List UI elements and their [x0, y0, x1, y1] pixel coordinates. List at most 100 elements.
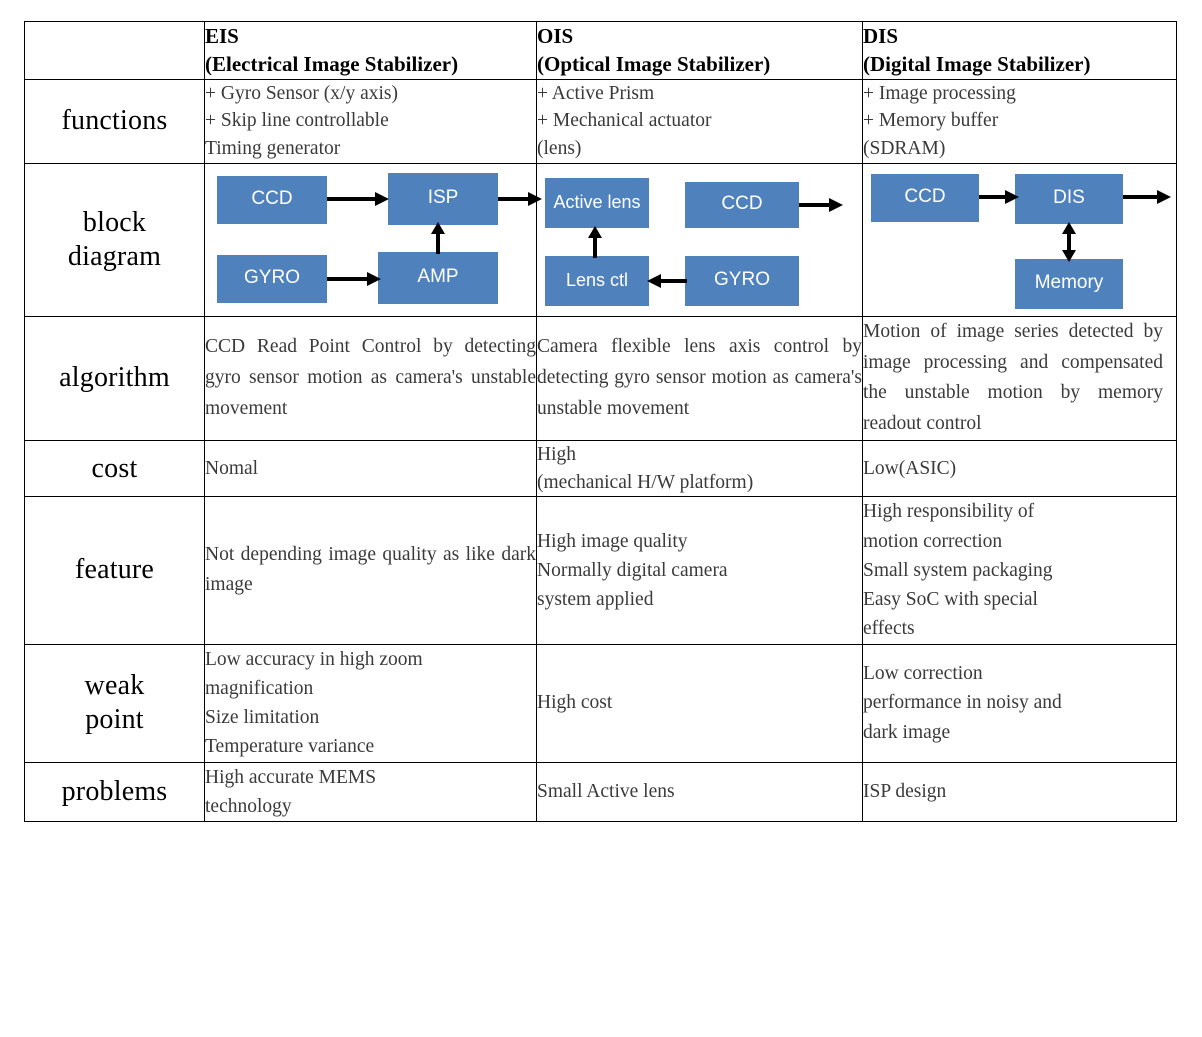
block-diagram-dis-cell: CCD DIS Memory — [862, 162, 1177, 317]
cost-dis-cell: Low(ASIC) — [862, 439, 1177, 498]
problems-eis-cell: High accurate MEMS technology — [204, 761, 537, 823]
row-label-feature: feature — [24, 496, 205, 645]
cost-dis-line-1: Low(ASIC) — [863, 457, 957, 479]
problems-eis-list: High accurate MEMS technology — [205, 763, 536, 822]
ois-block-lens-ctl[interactable]: Lens ctl — [545, 255, 649, 306]
ois-arrow-gyro-to-lensctl — [647, 272, 687, 290]
block-diagram-ois-cell: Active lens CCD Lens ctl GYRO — [536, 162, 863, 317]
functions-ois-line-1: + Active Prism — [537, 82, 655, 104]
header-ois-abbr: OIS — [537, 24, 574, 48]
problems-ois-cell: Small Active lens — [536, 761, 863, 823]
weak-point-dis-line-2: performance in noisy and — [863, 692, 1062, 714]
feature-eis-cell: Not depending image quality as like dark… — [204, 496, 537, 645]
table-row-cost: cost Nomal High (mechanical H/W platform… — [24, 439, 1177, 498]
ois-arrow-lensctl-to-activelens — [586, 225, 604, 258]
feature-dis-line-3: Small system packaging — [863, 559, 1053, 581]
problems-ois-line-1: Small Active lens — [537, 780, 675, 802]
functions-dis-line-2: + Memory buffer — [863, 110, 999, 132]
functions-dis-line-1: + Image processing — [863, 82, 1016, 104]
ois-block-active-lens[interactable]: Active lens — [545, 177, 649, 228]
cost-eis-cell: Nomal — [204, 439, 537, 498]
cost-eis-line-1: Nomal — [205, 457, 259, 479]
header-dis-full: (Digital Image Stabilizer) — [863, 52, 1091, 77]
page-root: EIS (Electrical Image Stabilizer) OIS (O… — [0, 0, 1202, 1037]
problems-eis-line-1: High accurate MEMS — [205, 766, 377, 788]
feature-ois-line-3: system applied — [537, 589, 654, 611]
feature-dis-list: High responsibility of motion correction… — [863, 497, 1176, 643]
algorithm-ois-text: Camera flexible lens axis control by det… — [537, 336, 862, 419]
cost-ois-line-2: (mechanical H/W platform) — [537, 471, 754, 493]
eis-arrow-amp-to-isp — [429, 221, 447, 254]
dis-arrow-dis-memory-bidirectional — [1060, 221, 1078, 262]
row-label-algorithm: algorithm — [24, 315, 205, 441]
weak-point-eis-line-2: magnification — [205, 677, 314, 699]
functions-eis-line-3: Timing generator — [205, 138, 341, 160]
eis-arrow-gyro-to-amp — [327, 270, 381, 288]
eis-block-gyro[interactable]: GYRO — [217, 254, 327, 303]
weak-point-eis-line-1: Low accuracy in high zoom — [205, 648, 423, 670]
functions-eis-line-2: + Skip line controllable — [205, 110, 389, 132]
header-ois-full: (Optical Image Stabilizer) — [537, 52, 771, 77]
dis-block-ccd[interactable]: CCD — [871, 173, 979, 222]
feature-eis-text: Not depending image quality as like dark… — [205, 543, 536, 596]
functions-dis-cell: + Image processing + Memory buffer (SDRA… — [862, 78, 1177, 164]
row-label-functions: functions — [24, 78, 205, 164]
cost-ois-line-1: High — [537, 443, 576, 465]
ois-arrow-ccd-output — [799, 196, 843, 214]
header-eis-abbr: EIS — [205, 24, 239, 48]
functions-ois-line-2: + Mechanical actuator — [537, 110, 712, 132]
table-row-algorithm: algorithm CCD Read Point Control by dete… — [24, 315, 1177, 441]
functions-ois-line-3: (lens) — [537, 138, 582, 160]
weak-point-dis-line-1: Low correction — [863, 663, 983, 685]
eis-arrow-isp-output — [498, 190, 542, 208]
row-label-problems: problems — [24, 761, 205, 823]
table-row-feature: feature Not depending image quality as l… — [24, 496, 1177, 645]
dis-arrow-ccd-to-dis — [979, 188, 1019, 206]
problems-dis-cell: ISP design — [862, 761, 1177, 823]
algorithm-eis-cell: CCD Read Point Control by detecting gyro… — [204, 315, 537, 441]
row-label-cost: cost — [24, 439, 205, 498]
weak-point-dis-list: Low correction performance in noisy and … — [863, 659, 1176, 747]
feature-ois-line-2: Normally digital camera — [537, 559, 728, 581]
weak-point-dis-line-3: dark image — [863, 721, 951, 743]
row-label-block-diagram: block diagram — [24, 162, 205, 317]
weak-point-ois-line-1: High cost — [537, 692, 613, 714]
eis-block-ccd[interactable]: CCD — [217, 175, 327, 224]
feature-dis-line-5: effects — [863, 618, 915, 640]
header-dis: DIS (Digital Image Stabilizer) — [862, 21, 1177, 80]
problems-eis-line-2: technology — [205, 795, 292, 817]
eis-block-amp[interactable]: AMP — [378, 251, 498, 304]
dis-arrow-dis-output — [1123, 188, 1171, 206]
ois-block-gyro[interactable]: GYRO — [685, 255, 799, 306]
eis-arrow-ccd-to-isp — [327, 190, 389, 208]
functions-dis-line-3: (SDRAM) — [863, 138, 946, 160]
functions-eis-line-1: + Gyro Sensor (x/y axis) — [205, 82, 398, 104]
table-header-row: EIS (Electrical Image Stabilizer) OIS (O… — [24, 21, 1177, 80]
header-eis: EIS (Electrical Image Stabilizer) — [204, 21, 537, 80]
eis-block-isp[interactable]: ISP — [388, 172, 498, 225]
row-label-weak-point: weak point — [24, 643, 205, 763]
feature-ois-list: High image quality Normally digital came… — [537, 527, 862, 615]
block-diagram-eis: CCD ISP GYRO AMP — [205, 164, 542, 316]
row-label-block-line-2: diagram — [67, 240, 162, 272]
weak-point-eis-cell: Low accuracy in high zoom magnification … — [204, 643, 537, 763]
algorithm-dis-cell: Motion of image series detected by image… — [862, 315, 1177, 441]
block-diagram-eis-cell: CCD ISP GYRO AMP — [204, 162, 542, 317]
header-eis-full: (Electrical Image Stabilizer) — [205, 52, 459, 77]
dis-block-dis[interactable]: DIS — [1015, 173, 1123, 224]
cost-ois-cell: High (mechanical H/W platform) — [536, 439, 863, 498]
table-row-block-diagram: block diagram CCD ISP GYRO AMP Active le… — [24, 162, 1177, 317]
row-label-weak-line-1: weak — [84, 669, 145, 701]
feature-ois-cell: High image quality Normally digital came… — [536, 496, 863, 645]
functions-eis-cell: + Gyro Sensor (x/y axis) + Skip line con… — [204, 78, 537, 164]
functions-ois-cell: + Active Prism + Mechanical actuator (le… — [536, 78, 863, 164]
dis-block-memory[interactable]: Memory — [1015, 258, 1123, 309]
row-label-block-line-1: block — [82, 206, 147, 238]
block-diagram-dis: CCD DIS Memory — [863, 164, 1176, 316]
row-label-weak-line-2: point — [85, 704, 144, 736]
header-ois: OIS (Optical Image Stabilizer) — [536, 21, 863, 80]
algorithm-eis-text: CCD Read Point Control by detecting gyro… — [205, 336, 536, 419]
feature-ois-line-1: High image quality — [537, 530, 688, 552]
ois-block-ccd[interactable]: CCD — [685, 181, 799, 228]
comparison-table: EIS (Electrical Image Stabilizer) OIS (O… — [24, 21, 1177, 823]
